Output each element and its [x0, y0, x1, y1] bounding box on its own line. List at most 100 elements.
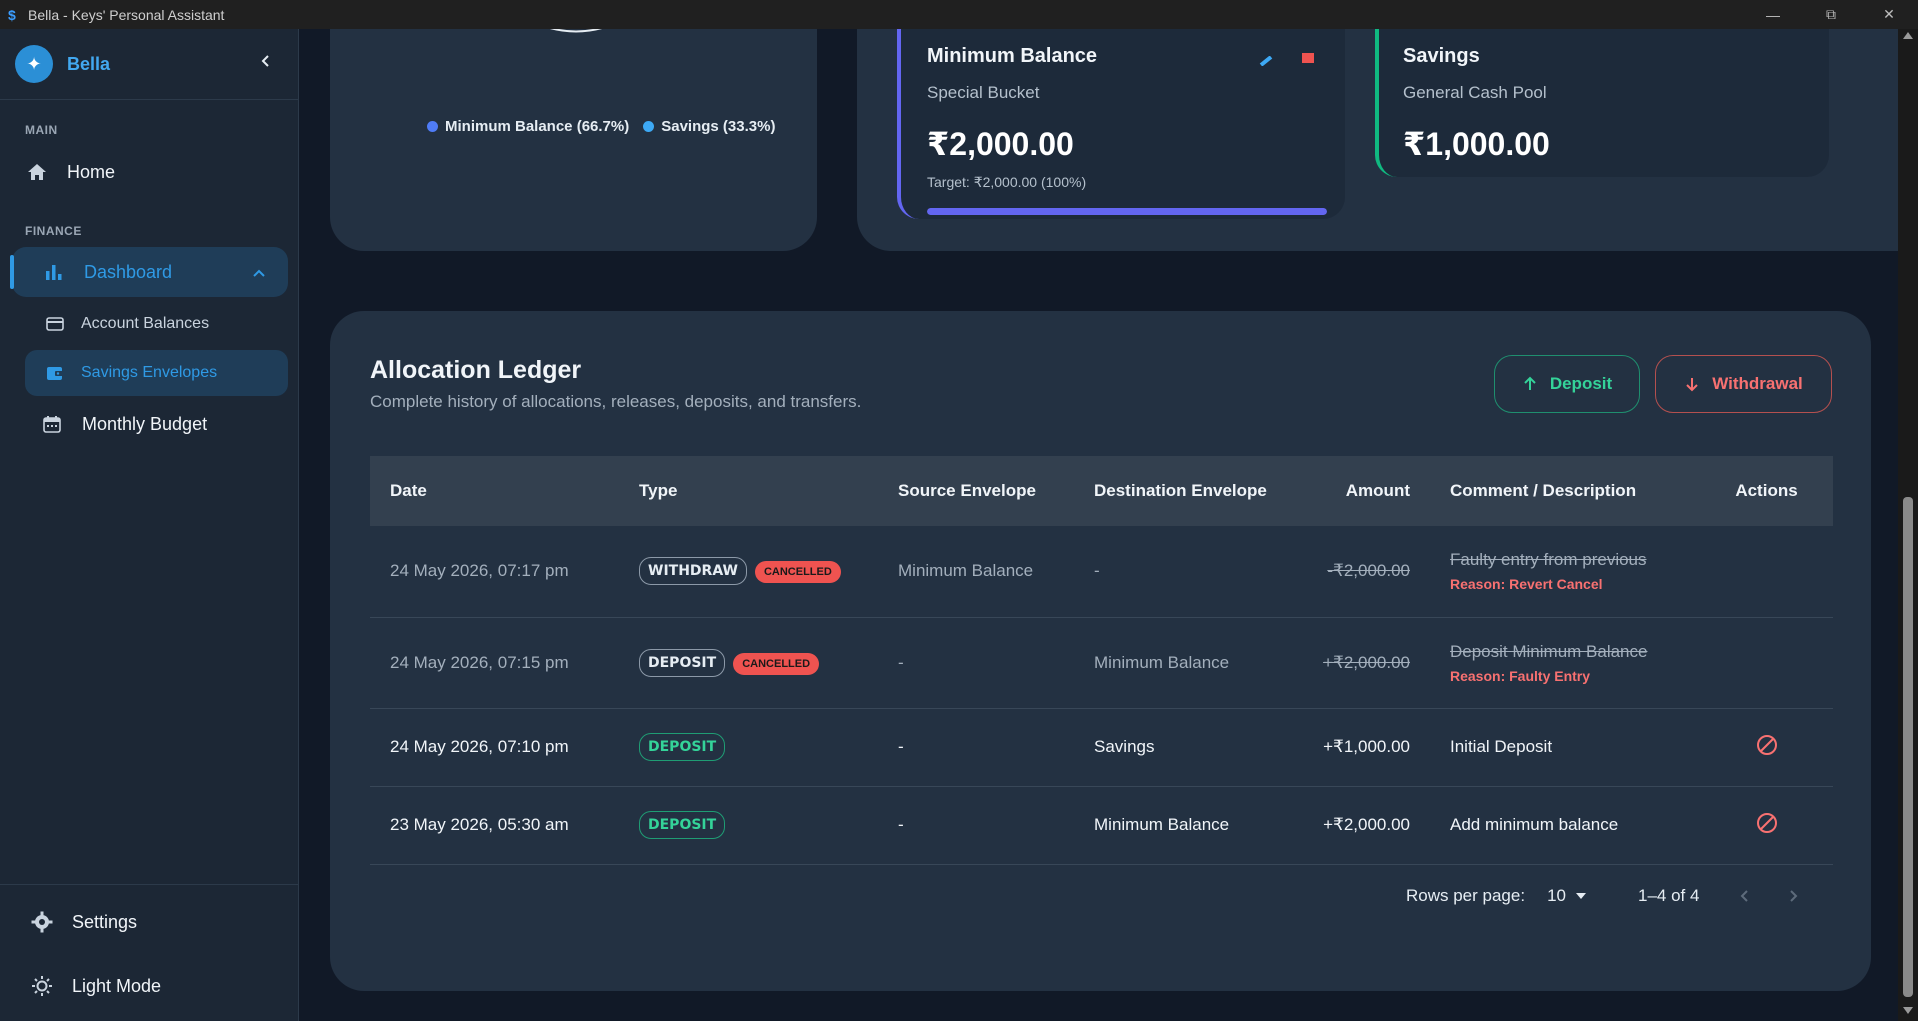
- sidebar-item-label: Savings Envelopes: [81, 364, 218, 381]
- cell-date: 24 May 2026, 07:10 pm: [370, 708, 619, 787]
- home-icon: [25, 160, 49, 184]
- withdrawal-button[interactable]: Withdrawal: [1655, 355, 1832, 413]
- donut-chart-edge: [549, 29, 603, 33]
- sidebar-item-label: Light Mode: [72, 975, 162, 996]
- envelope-progress-bar: [927, 208, 1327, 215]
- sidebar-item-monthly-budget[interactable]: Monthly Budget: [40, 399, 288, 449]
- sidebar-item-label: Dashboard: [84, 261, 173, 282]
- cell-amount: +₹2,000.00: [1294, 786, 1430, 865]
- rows-per-page-label: Rows per page:: [1406, 886, 1526, 905]
- envelope-subtitle: Special Bucket: [927, 83, 1040, 102]
- column-header-source[interactable]: Source Envelope: [878, 456, 1074, 526]
- envelope-card-minimum-balance[interactable]: Minimum Balance Special Bucket ₹2,000.00…: [897, 29, 1345, 219]
- calendar-icon: [40, 412, 64, 436]
- column-header-date[interactable]: Date: [370, 456, 619, 526]
- pagination: Rows per page: 10 1–4 of 4: [1406, 886, 1799, 906]
- cell-type: WITHDRAW CANCELLED: [619, 526, 878, 618]
- rows-per-page-select[interactable]: 10: [1547, 886, 1586, 906]
- scroll-down-arrow[interactable]: [1903, 1007, 1913, 1014]
- sidebar: ✦ Bella MAIN Home FINANCE Dashboard Acco…: [0, 29, 299, 1021]
- page-range: 1–4 of 4: [1638, 886, 1700, 905]
- sidebar-item-label: Home: [67, 161, 116, 182]
- cell-type: DEPOSIT: [619, 708, 878, 787]
- comment-text: Faulty entry from previous: [1450, 550, 1647, 570]
- sidebar-item-home[interactable]: Home: [25, 147, 285, 197]
- cell-source: -: [878, 617, 1074, 709]
- table-row: 24 May 2026, 07:10 pm DEPOSIT - Savings …: [370, 708, 1833, 787]
- cell-actions: [1700, 526, 1833, 618]
- envelopes-card: Minimum Balance Special Bucket ₹2,000.00…: [857, 29, 1898, 251]
- chevron-left-icon: [261, 55, 269, 67]
- cell-source: -: [878, 708, 1074, 787]
- close-button[interactable]: ✕: [1860, 0, 1918, 29]
- sidebar-item-dashboard[interactable]: Dashboard: [10, 247, 288, 297]
- cell-type: DEPOSIT CANCELLED: [619, 617, 878, 709]
- column-header-actions: Actions: [1700, 456, 1833, 526]
- comment-text: Deposit Minimum Balance: [1450, 641, 1648, 661]
- cell-source: Minimum Balance: [878, 526, 1074, 618]
- brand-name: Bella: [67, 53, 111, 74]
- column-header-type[interactable]: Type: [619, 456, 878, 526]
- sidebar-item-settings[interactable]: Settings: [30, 897, 280, 947]
- sidebar-item-savings-envelopes[interactable]: Savings Envelopes: [25, 350, 288, 396]
- legend-label: Savings (33.3%): [661, 118, 776, 135]
- chevron-left-icon: [1741, 890, 1749, 902]
- next-page-button[interactable]: [1787, 889, 1799, 903]
- cell-destination: Minimum Balance: [1074, 786, 1294, 865]
- credit-card-icon: [45, 314, 65, 334]
- cell-comment: Faulty entry from previous Reason: Rever…: [1430, 526, 1700, 618]
- active-indicator: [10, 255, 14, 289]
- window-title: Bella - Keys' Personal Assistant: [28, 6, 225, 23]
- arrow-down-icon: [1684, 376, 1700, 392]
- legend-dot: [643, 121, 655, 132]
- envelope-title: Savings: [1403, 45, 1480, 67]
- column-header-comment[interactable]: Comment / Description: [1430, 456, 1700, 526]
- cell-date: 24 May 2026, 07:15 pm: [370, 617, 619, 709]
- minimize-button[interactable]: —: [1744, 0, 1802, 29]
- cell-comment: Initial Deposit: [1430, 708, 1700, 787]
- vertical-scrollbar[interactable]: [1898, 29, 1918, 1021]
- table-row: 24 May 2026, 07:15 pm DEPOSIT CANCELLED -…: [370, 617, 1833, 709]
- chevron-up-icon: [252, 264, 266, 285]
- type-chip: DEPOSIT: [639, 648, 726, 677]
- envelope-target: Target: ₹2,000.00 (100%): [927, 174, 1087, 190]
- cell-destination: -: [1074, 526, 1294, 618]
- ledger-subtitle: Complete history of allocations, release…: [370, 392, 862, 411]
- type-chip: DEPOSIT: [639, 811, 726, 839]
- sidebar-item-light-mode[interactable]: Light Mode: [30, 961, 280, 1011]
- sun-icon: [30, 974, 54, 998]
- column-header-destination[interactable]: Destination Envelope: [1074, 456, 1294, 526]
- type-chip: DEPOSIT: [639, 733, 726, 761]
- withdrawal-button-label: Withdrawal: [1712, 374, 1803, 393]
- deposit-button[interactable]: Deposit: [1494, 355, 1640, 413]
- cell-actions: [1700, 617, 1833, 709]
- scroll-thumb[interactable]: [1903, 497, 1913, 997]
- cell-date: 24 May 2026, 07:17 pm: [370, 526, 619, 618]
- restore-button[interactable]: ⧉: [1802, 0, 1860, 29]
- caret-down-icon: [1576, 893, 1586, 899]
- cell-comment: Deposit Minimum Balance Reason: Faulty E…: [1430, 617, 1700, 709]
- app-icon: $: [8, 6, 16, 23]
- sidebar-item-label: Settings: [72, 911, 138, 932]
- cancel-transaction-button[interactable]: [1756, 734, 1778, 761]
- previous-page-button[interactable]: [1739, 889, 1751, 903]
- allocation-chart-card: Minimum Balance (66.7%) Savings (33.3%): [330, 29, 817, 251]
- sidebar-bottom: Settings Light Mode: [0, 884, 299, 996]
- cell-actions: [1700, 786, 1833, 865]
- edit-icon[interactable]: [1259, 53, 1277, 71]
- cancel-transaction-button[interactable]: [1756, 812, 1778, 839]
- scroll-up-arrow[interactable]: [1903, 32, 1913, 39]
- column-header-amount[interactable]: Amount: [1294, 456, 1430, 526]
- delete-icon[interactable]: [1302, 53, 1314, 63]
- sidebar-item-label: Account Balances: [81, 315, 210, 332]
- arrow-up-icon: [1522, 376, 1538, 392]
- bar-chart-icon: [42, 260, 66, 284]
- cell-amount: +₹1,000.00: [1294, 708, 1430, 787]
- envelope-card-savings[interactable]: Savings General Cash Pool ₹1,000.00: [1375, 29, 1829, 177]
- section-label-finance: FINANCE: [25, 224, 82, 238]
- window-titlebar: $ Bella - Keys' Personal Assistant — ⧉ ✕: [0, 0, 1918, 29]
- sidebar-item-account-balances[interactable]: Account Balances: [25, 301, 288, 347]
- collapse-sidebar-button[interactable]: [254, 49, 278, 73]
- envelope-title: Minimum Balance: [927, 45, 1098, 67]
- table-row: 23 May 2026, 05:30 am DEPOSIT - Minimum …: [370, 786, 1833, 865]
